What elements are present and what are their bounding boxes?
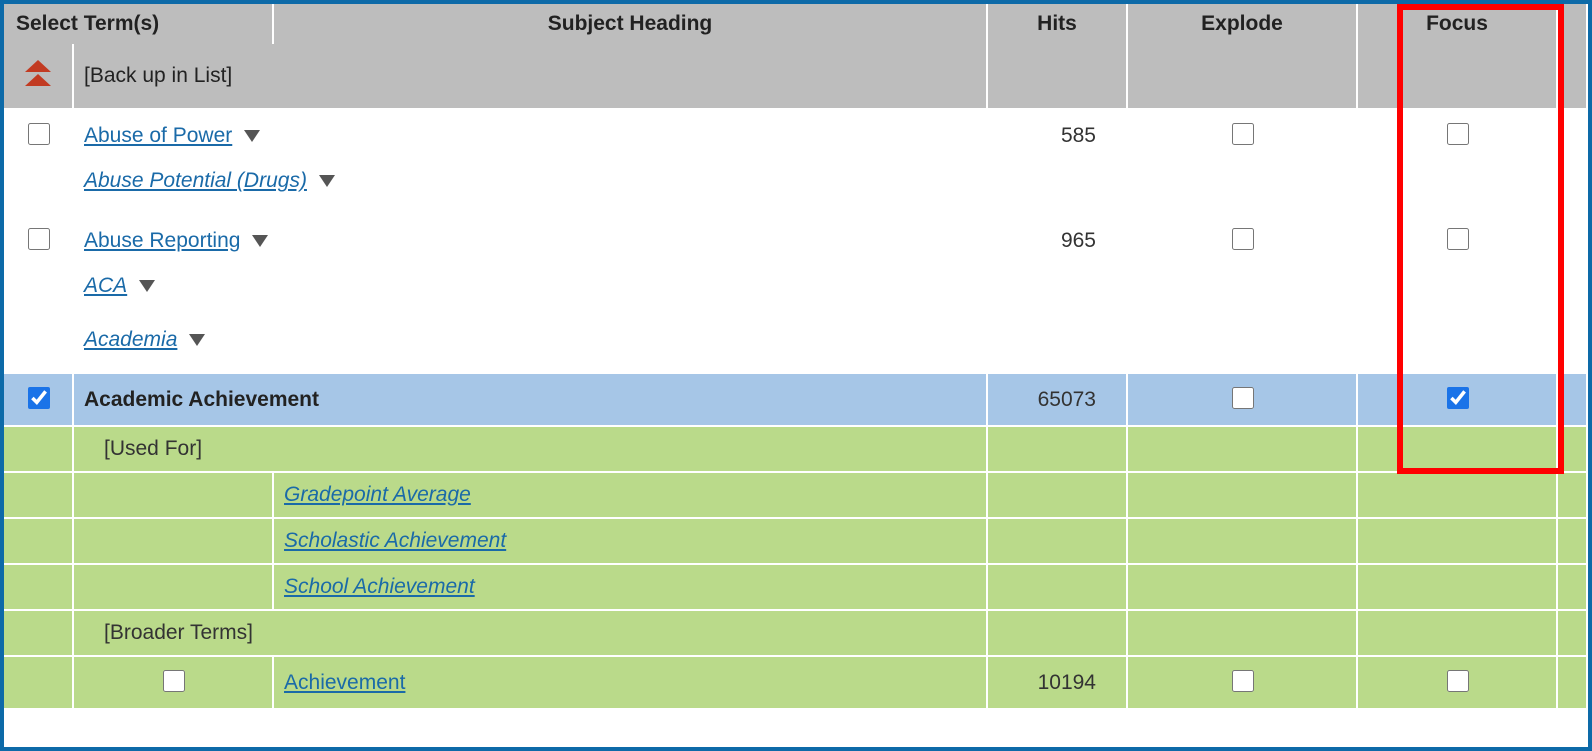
backup-row[interactable]: [Back up in List] <box>4 44 1588 110</box>
broader-label: [Broader Terms] <box>74 611 988 657</box>
term-row-academia: Academia <box>4 320 1588 374</box>
thesaurus-panel: Select Term(s) Subject Heading Hits Expl… <box>0 0 1592 751</box>
term-row-aca: ACA <box>4 266 1588 320</box>
hits-value: 10194 <box>988 657 1128 710</box>
chevron-down-icon[interactable] <box>139 280 155 292</box>
term-row-abuse-of-power: Abuse of Power 585 <box>4 110 1588 161</box>
select-checkbox[interactable] <box>28 123 50 145</box>
header-focus: Focus <box>1358 4 1558 44</box>
term-row-abuse-reporting: Abuse Reporting 965 <box>4 215 1588 266</box>
used-for-link-scholastic[interactable]: Scholastic Achievement <box>284 529 506 552</box>
header-subject: Subject Heading <box>274 4 988 44</box>
chevron-down-icon[interactable] <box>252 235 268 247</box>
term-row-abuse-potential: Abuse Potential (Drugs) <box>4 161 1588 215</box>
back-up-icon[interactable] <box>23 58 53 88</box>
select-checkbox[interactable] <box>28 228 50 250</box>
explode-checkbox[interactable] <box>1232 123 1254 145</box>
term-link-academia[interactable]: Academia <box>84 328 177 351</box>
focus-checkbox[interactable] <box>1447 387 1469 409</box>
explode-checkbox[interactable] <box>1232 387 1254 409</box>
term-link-aca[interactable]: ACA <box>84 274 127 297</box>
used-for-row-school: School Achievement <box>4 565 1588 611</box>
header-row: Select Term(s) Subject Heading Hits Expl… <box>4 4 1588 44</box>
explode-checkbox[interactable] <box>1232 670 1254 692</box>
chevron-down-icon[interactable] <box>244 130 260 142</box>
chevron-down-icon[interactable] <box>319 175 335 187</box>
focus-checkbox[interactable] <box>1447 228 1469 250</box>
used-for-header-row: [Used For] <box>4 427 1588 473</box>
backup-label: [Back up in List] <box>74 44 988 110</box>
terms-table: Select Term(s) Subject Heading Hits Expl… <box>4 4 1588 710</box>
explode-checkbox[interactable] <box>1232 228 1254 250</box>
hits-value: 65073 <box>988 374 1128 427</box>
term-label-academic-achievement: Academic Achievement <box>74 374 988 427</box>
header-hits: Hits <box>988 4 1128 44</box>
term-row-academic-achievement: Academic Achievement 65073 <box>4 374 1588 427</box>
broader-row-achievement: Achievement 10194 <box>4 657 1588 710</box>
broader-header-row: [Broader Terms] <box>4 611 1588 657</box>
header-end <box>1558 4 1588 44</box>
header-explode: Explode <box>1128 4 1358 44</box>
hits-value: 965 <box>988 215 1128 266</box>
chevron-down-icon[interactable] <box>189 334 205 346</box>
term-link-abuse-reporting[interactable]: Abuse Reporting <box>84 229 240 252</box>
focus-checkbox[interactable] <box>1447 123 1469 145</box>
used-for-link-gpa[interactable]: Gradepoint Average <box>284 483 471 506</box>
broader-link-achievement[interactable]: Achievement <box>284 671 405 694</box>
select-checkbox[interactable] <box>28 387 50 409</box>
hits-value: 585 <box>988 110 1128 161</box>
used-for-row-scholastic: Scholastic Achievement <box>4 519 1588 565</box>
select-checkbox[interactable] <box>163 670 185 692</box>
focus-checkbox[interactable] <box>1447 670 1469 692</box>
used-for-label: [Used For] <box>74 427 988 473</box>
term-link-abuse-of-power[interactable]: Abuse of Power <box>84 124 232 147</box>
term-link-abuse-potential[interactable]: Abuse Potential (Drugs) <box>84 169 307 192</box>
used-for-link-school[interactable]: School Achievement <box>284 575 475 598</box>
header-select: Select Term(s) <box>4 4 274 44</box>
used-for-row-gpa: Gradepoint Average <box>4 473 1588 519</box>
